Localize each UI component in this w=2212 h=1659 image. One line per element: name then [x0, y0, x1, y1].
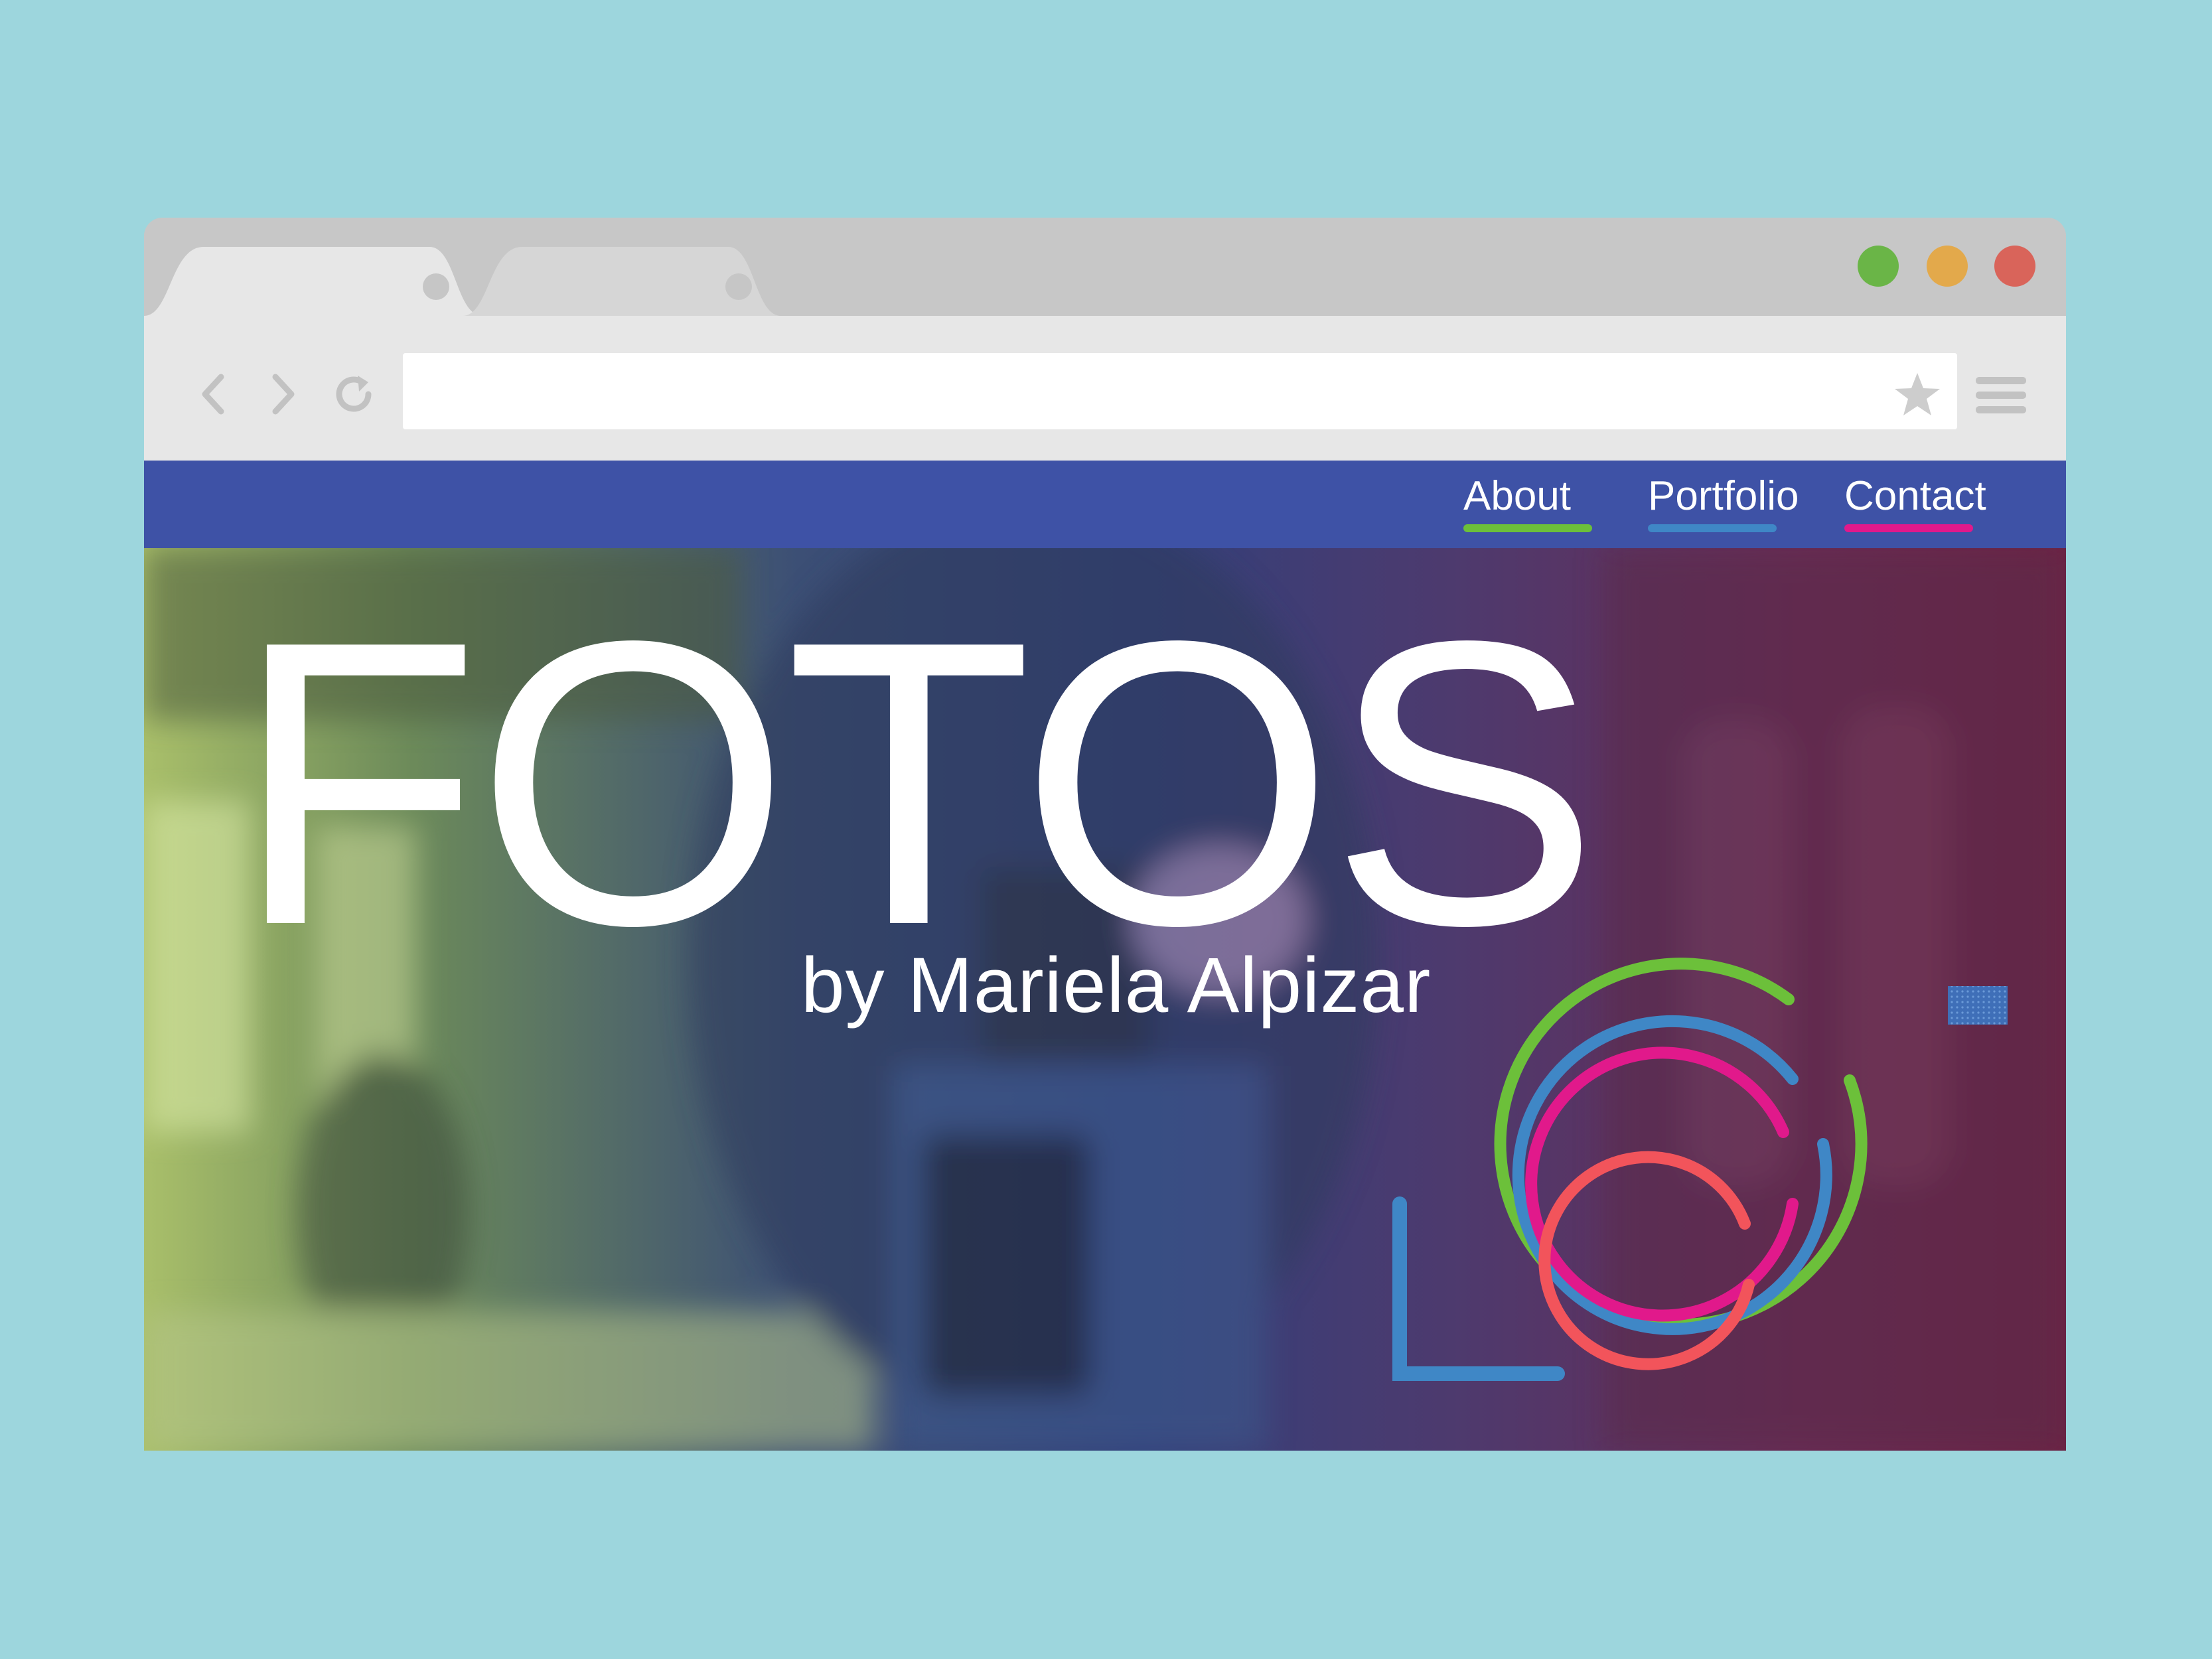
logo-arc-blue — [1512, 1015, 1832, 1335]
tab-strip — [144, 218, 2066, 316]
site-nav-bar: About Portfolio Contact — [144, 461, 2066, 548]
tab-active[interactable] — [144, 247, 482, 316]
nav-underline-portfolio — [1648, 524, 1777, 532]
menu-icon[interactable] — [1974, 369, 2028, 422]
nav-link-portfolio[interactable]: Portfolio — [1648, 472, 1799, 520]
tab-inactive[interactable] — [463, 247, 801, 316]
logo-arc-coral — [1538, 1151, 1755, 1370]
tab-close-icon[interactable] — [725, 273, 752, 300]
address-bar-input[interactable] — [403, 353, 1957, 429]
window-maximize-button[interactable] — [1858, 246, 1899, 287]
nav-underline-contact — [1844, 524, 1973, 532]
nav-link-about[interactable]: About — [1463, 472, 1571, 520]
window-close-button[interactable] — [1994, 246, 2035, 287]
browser-toolbar — [144, 316, 2066, 461]
tab-close-icon[interactable] — [423, 273, 449, 300]
reload-icon[interactable] — [329, 369, 379, 419]
hero-banner: FOTOS by Mariela Alpizar — [144, 548, 2066, 1451]
forward-icon[interactable] — [257, 369, 307, 419]
logo-dotted-square — [1948, 986, 2008, 1025]
star-icon[interactable] — [1892, 369, 1943, 419]
back-icon[interactable] — [189, 369, 240, 419]
logo-mark — [1392, 958, 2008, 1381]
window-minimize-button[interactable] — [1927, 246, 1968, 287]
browser-window: About Portfolio Contact FOTOS by Mariela… — [144, 218, 2066, 1451]
nav-underline-about — [1463, 524, 1592, 532]
nav-link-contact[interactable]: Contact — [1844, 472, 1986, 520]
